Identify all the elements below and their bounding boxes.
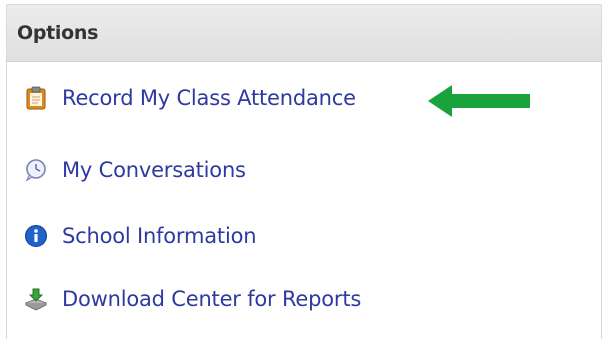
info-icon xyxy=(24,224,48,248)
panel-title: Options xyxy=(17,22,99,44)
option-label: Download Center for Reports xyxy=(62,287,362,311)
conversation-clock-icon xyxy=(24,158,48,182)
option-label: Record My Class Attendance xyxy=(62,86,356,110)
option-record-attendance[interactable]: Record My Class Attendance xyxy=(24,86,356,110)
download-icon xyxy=(24,287,48,311)
annotation-arrow-icon xyxy=(428,85,530,117)
option-school-information[interactable]: School Information xyxy=(24,224,257,248)
option-label: My Conversations xyxy=(62,158,246,182)
panel-header: Options xyxy=(7,5,601,62)
option-my-conversations[interactable]: My Conversations xyxy=(24,158,246,182)
option-label: School Information xyxy=(62,224,257,248)
option-download-center[interactable]: Download Center for Reports xyxy=(24,287,361,311)
clipboard-icon xyxy=(24,86,48,110)
